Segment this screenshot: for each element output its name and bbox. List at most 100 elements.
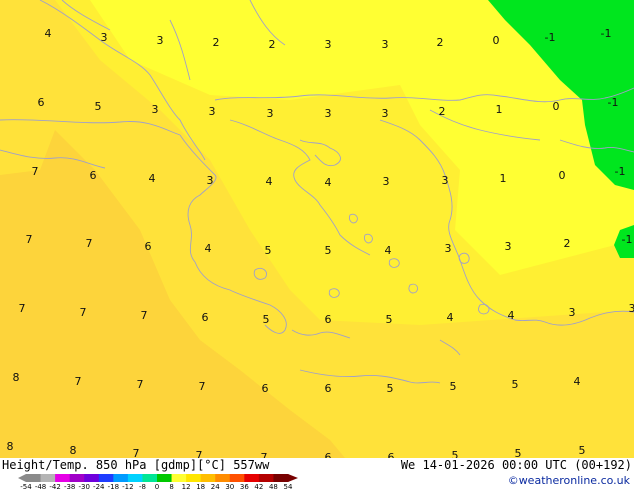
colorbar-tick-label: 8 <box>169 483 173 490</box>
colorbar-swatch <box>142 474 158 482</box>
colorbar-ticks: -54 -48 -42 -38 -30 -24 -18 -12 -8 0 8 12 18 24 30 36 42… <box>20 483 293 490</box>
isotherm-label: 5 <box>265 244 272 257</box>
colorbar-swatch <box>127 474 143 482</box>
isotherm-label: 5 <box>325 244 332 257</box>
isotherm-label: 5 <box>452 449 459 458</box>
isotherm-label: 3 <box>325 107 332 120</box>
colorbar-swatch <box>40 474 56 482</box>
isotherm-label: -1 <box>615 165 626 178</box>
isotherm-label: 0 <box>493 34 500 47</box>
isotherm-label: 3 <box>157 34 164 47</box>
colorbar-tick-label: -12 <box>122 483 133 490</box>
isotherm-label: 4 <box>574 375 581 388</box>
colorbar-swatch <box>244 474 260 482</box>
isotherm-label: 4 <box>149 172 156 185</box>
isotherm-label: 2 <box>437 36 444 49</box>
isotherm-label: 7 <box>133 447 140 458</box>
isotherm-label: -1 <box>545 31 556 44</box>
colorbar-swatches <box>18 474 298 482</box>
colorbar-swatch <box>273 474 289 482</box>
isotherm-label: 3 <box>101 31 108 44</box>
isotherm-label: 3 <box>629 302 634 315</box>
isotherm-label: 6 <box>90 169 97 182</box>
colorbar-tick-label: 12 <box>182 483 191 490</box>
colorbar-tick-label: 18 <box>196 483 205 490</box>
isotherm-label: 6 <box>202 311 209 324</box>
colorbar-swatch <box>215 474 231 482</box>
isotherm-label: 3 <box>442 174 449 187</box>
isotherm-label: 3 <box>505 240 512 253</box>
isotherm-label: 3 <box>152 103 159 116</box>
isotherm-label: 8 <box>13 371 20 384</box>
colorbar-swatch <box>200 474 216 482</box>
isotherm-label: 5 <box>450 380 457 393</box>
colorbar-tick-label: -18 <box>108 483 119 490</box>
isotherm-label: 3 <box>267 107 274 120</box>
colorbar-tick-label: -8 <box>139 483 146 490</box>
isotherm-label: 8 <box>7 440 14 453</box>
colorbar-tick-label: 36 <box>240 483 249 490</box>
isotherm-label: 4 <box>385 244 392 257</box>
isotherm-label: 7 <box>86 237 93 250</box>
colorbar-tick-label: 24 <box>211 483 220 490</box>
isotherm-label: 3 <box>209 105 216 118</box>
isotherm-label: 3 <box>569 306 576 319</box>
isotherm-label: 5 <box>263 313 270 326</box>
isotherm-label: 5 <box>512 378 519 391</box>
isotherm-label: 5 <box>387 382 394 395</box>
isotherm-label: 4 <box>45 27 52 40</box>
colorbar-swatch <box>98 474 114 482</box>
weather-map: 4 3 3 2 2 3 3 2 0 -1 -1 6 5 3 3 3 3 3 2 1 0 -1 7 6 4 3 4 4 3 3 1 0 -1 7 7 6… <box>0 0 634 458</box>
isotherm-label: 0 <box>553 100 560 113</box>
isotherm-label: 7 <box>261 451 268 458</box>
colorbar: -54 -48 -42 -38 -30 -24 -18 -12 -8 0 8 12 18 24 30 36 42… <box>18 474 298 490</box>
isotherm-label: 6 <box>145 240 152 253</box>
isotherm-label: 6 <box>388 451 395 458</box>
isotherm-label: 5 <box>95 100 102 113</box>
colorbar-tick-label: 0 <box>155 483 159 490</box>
isotherm-label: 7 <box>26 233 33 246</box>
isotherm-label: 8 <box>70 444 77 457</box>
isotherm-label: 3 <box>207 174 214 187</box>
isotherm-label: 4 <box>325 176 332 189</box>
isotherm-label: 1 <box>500 172 507 185</box>
isotherm-label: 3 <box>445 242 452 255</box>
credit-link[interactable]: ©weatheronline.co.uk <box>508 474 630 487</box>
isotherm-label: 0 <box>559 169 566 182</box>
isotherm-label: 7 <box>32 165 39 178</box>
isotherm-label: 7 <box>199 380 206 393</box>
isotherm-label: 2 <box>564 237 571 250</box>
colorbar-tick-label: -54 <box>20 483 32 490</box>
isotherm-label: 5 <box>579 444 586 457</box>
temperature-fields <box>0 0 634 458</box>
isotherm-label: 2 <box>439 105 446 118</box>
isotherm-label: 4 <box>205 242 212 255</box>
valid-time: We 14-01-2026 00:00 UTC (00+192) <box>400 458 632 472</box>
isotherm-label: 6 <box>325 313 332 326</box>
isotherm-label: 4 <box>447 311 454 324</box>
colorbar-swatch <box>157 474 173 482</box>
colorbar-swatch <box>186 474 202 482</box>
map-title: Height/Temp. 850 hPa [gdmp][°C] 557ww <box>2 458 270 472</box>
colorbar-swatch <box>84 474 100 482</box>
isotherm-label: 5 <box>515 447 522 458</box>
isotherm-label: 6 <box>325 382 332 395</box>
colorbar-low-arrow <box>18 474 26 482</box>
colorbar-swatch <box>26 474 42 482</box>
colorbar-swatch <box>113 474 129 482</box>
map-canvas: 4 3 3 2 2 3 3 2 0 -1 -1 6 5 3 3 3 3 3 2 1 0 -1 7 6 4 3 4 4 3 3 1 0 -1 7 7 6… <box>0 0 634 458</box>
isotherm-label: 7 <box>19 302 26 315</box>
colorbar-tick-label: 48 <box>269 483 278 490</box>
isotherm-label: 3 <box>383 175 390 188</box>
isotherm-label: 7 <box>141 309 148 322</box>
isotherm-label: 1 <box>496 103 503 116</box>
colorbar-tick-label: -30 <box>79 483 90 490</box>
isotherm-label: 2 <box>269 38 276 51</box>
colorbar-swatch <box>55 474 71 482</box>
colorbar-tick-label: 30 <box>225 483 234 490</box>
isotherm-label: 3 <box>325 38 332 51</box>
isotherm-label: 2 <box>213 36 220 49</box>
colorbar-tick-label: -48 <box>35 483 46 490</box>
isotherm-label: -1 <box>622 233 633 246</box>
isotherm-label: 6 <box>38 96 45 109</box>
